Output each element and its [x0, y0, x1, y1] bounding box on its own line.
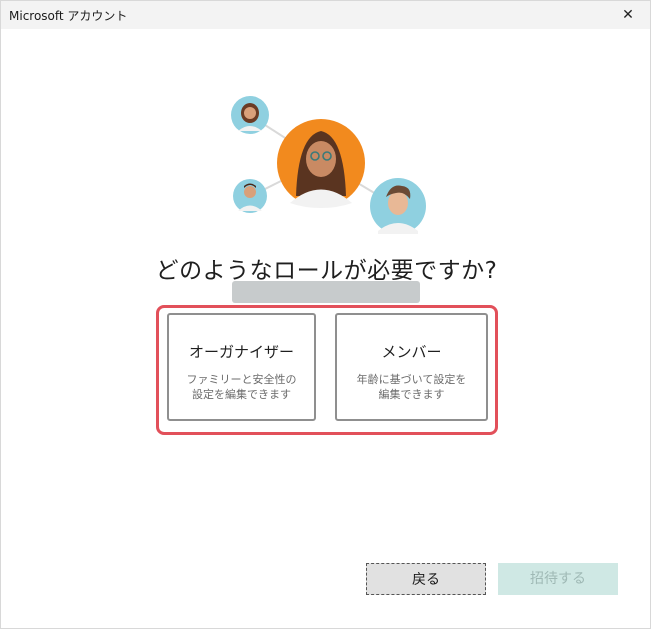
back-button[interactable]: 戻る: [366, 563, 486, 595]
redacted-text-placeholder: [232, 281, 420, 303]
close-icon: ✕: [622, 7, 634, 23]
title-bar: Microsoft アカウント ✕: [1, 1, 650, 29]
role-question-heading: どのようなロールが必要ですか?: [155, 258, 498, 284]
member-role-title: メンバー: [381, 343, 442, 361]
dialog-window: Microsoft アカウント ✕ どのようなロールが必要ですか? オーガナイザ…: [0, 0, 651, 629]
avatar-small-top: [231, 96, 269, 134]
avatar-small-bottom: [233, 179, 267, 213]
window-title: Microsoft アカウント: [9, 9, 128, 23]
avatar-organizer-large: [277, 119, 365, 208]
avatar-small-right: [370, 178, 426, 234]
close-button[interactable]: ✕: [616, 4, 640, 26]
invite-button[interactable]: 招待する: [498, 563, 618, 595]
member-role-description: 年齢に基づいて設定を 編集できます: [356, 373, 467, 401]
organizer-role-button[interactable]: オーガナイザー ファミリーと安全性の 設定を編集できます: [167, 313, 316, 421]
organizer-role-description: ファミリーと安全性の 設定を編集できます: [186, 373, 297, 401]
organizer-role-title: オーガナイザー: [188, 343, 294, 361]
family-avatars-illustration: [231, 96, 426, 234]
member-role-button[interactable]: メンバー 年齢に基づいて設定を 編集できます: [335, 313, 488, 421]
